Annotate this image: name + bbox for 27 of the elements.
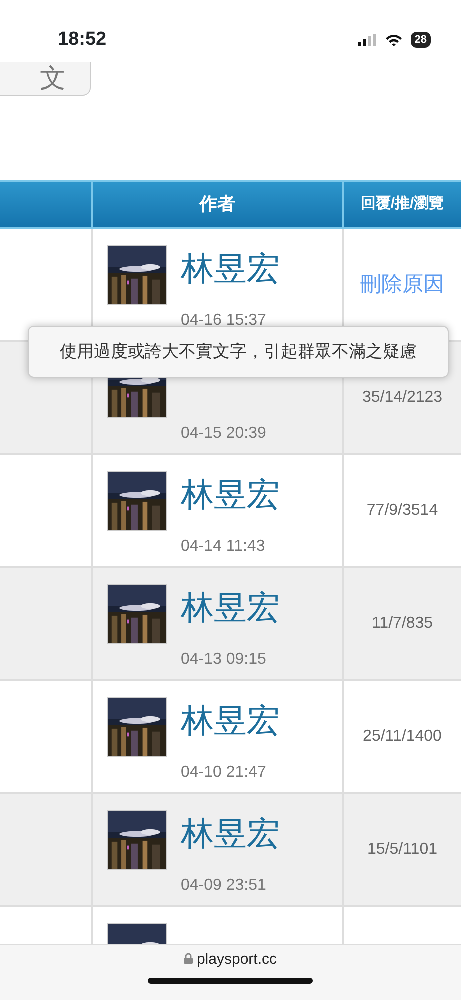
- post-button[interactable]: 文: [0, 62, 91, 96]
- url-text[interactable]: playsport.cc: [196, 949, 278, 972]
- battery-level: 28: [410, 32, 431, 48]
- post-stats: 11/7/835: [372, 614, 434, 634]
- author-link[interactable]: 林昱宏: [181, 245, 342, 312]
- lock-icon: [184, 952, 193, 964]
- post-date: 04-10 21:47: [181, 762, 268, 782]
- post-stats: 35/14/2123: [362, 388, 443, 408]
- post-stats: 15/5/1101: [368, 840, 438, 860]
- status-time: 18:52: [58, 28, 107, 52]
- signal-icon: [358, 34, 377, 46]
- post-date: 04-09 23:51: [181, 876, 268, 896]
- post-date: 04-13 09:15: [181, 650, 268, 670]
- author-link[interactable]: 林昱宏: [181, 697, 342, 764]
- wifi-icon: [384, 34, 403, 46]
- post-date: 04-15 20:39: [181, 424, 268, 444]
- post-stats: 77/9/3514: [366, 500, 438, 520]
- author-link[interactable]: 林昱宏: [181, 810, 342, 878]
- author-link[interactable]: 林昱宏: [181, 471, 342, 538]
- author-link[interactable]: 林昱宏: [181, 584, 342, 652]
- column-header: 回覆/推/瀏覽: [360, 194, 446, 214]
- home-indicator[interactable]: [148, 978, 313, 984]
- delete-reason-link[interactable]: 刪除原因: [360, 268, 444, 300]
- column-header: 作者: [93, 182, 344, 227]
- tooltip: 使用過度或誇大不實文字，引起群眾不滿之疑慮: [28, 326, 449, 378]
- post-date: 04-14 11:43: [181, 536, 266, 556]
- post-stats: 25/11/1400: [363, 726, 442, 746]
